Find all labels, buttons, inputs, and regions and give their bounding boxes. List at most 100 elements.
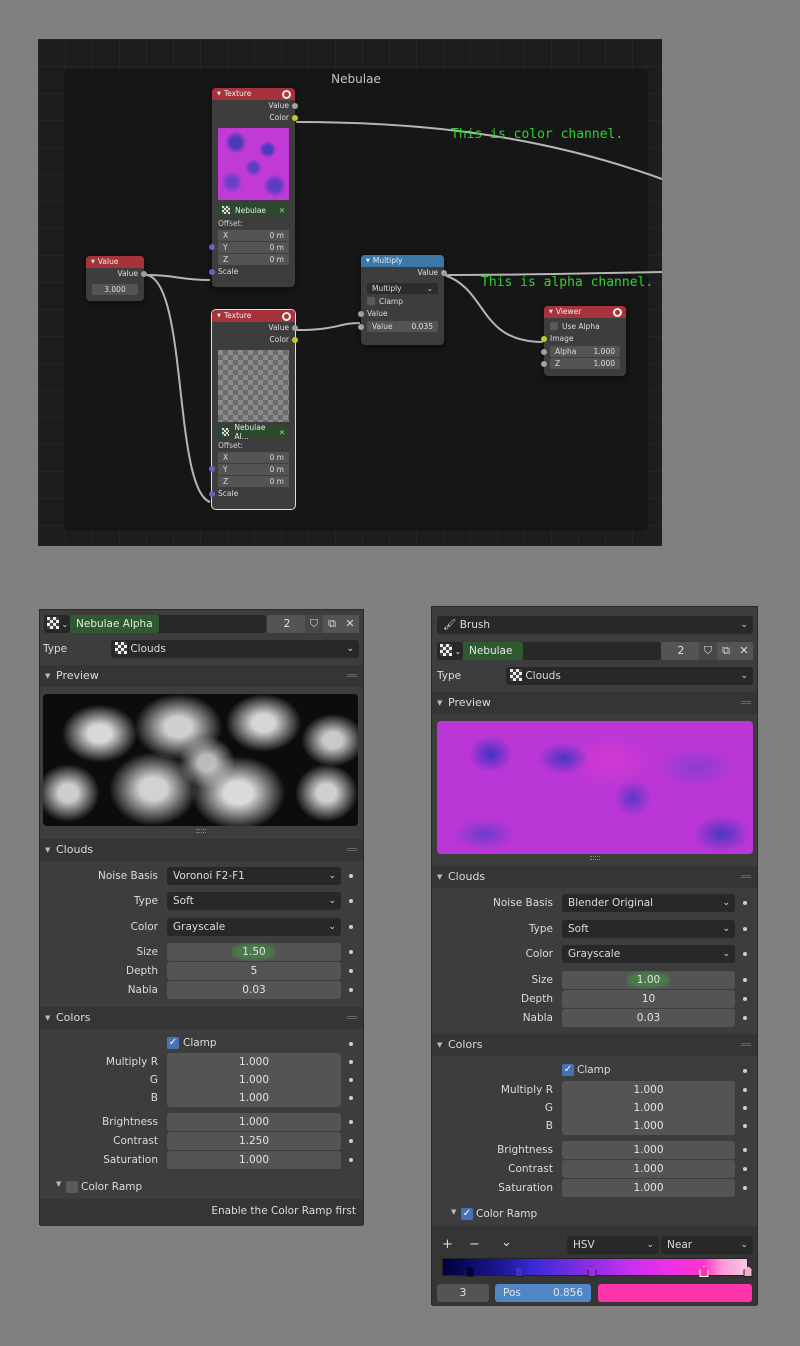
- color-dropdown[interactable]: Grayscale ⌄: [562, 945, 735, 963]
- keyframe-dot-icon[interactable]: [349, 988, 353, 992]
- color-ramp-stop-marker[interactable]: [514, 1266, 523, 1277]
- active-stop-index[interactable]: 3: [437, 1284, 489, 1302]
- node-editor[interactable]: Nebulae This is color channel. This is a…: [38, 39, 662, 546]
- clamp-checkbox[interactable]: ✓: [562, 1064, 574, 1076]
- depth-field[interactable]: 5: [167, 962, 341, 980]
- keyframe-dot-icon[interactable]: [743, 1148, 747, 1152]
- value-field[interactable]: Value 0.035: [367, 321, 438, 332]
- preview-resize-handle[interactable]: [590, 856, 600, 860]
- preview-section-header[interactable]: ▼ Preview: [432, 692, 757, 714]
- offset-x[interactable]: X0 m: [218, 230, 289, 241]
- multiply-g-field[interactable]: 1.000: [167, 1071, 341, 1089]
- preview-sphere-icon[interactable]: [282, 311, 291, 321]
- color-ramp-checkbox[interactable]: ✓: [461, 1208, 473, 1220]
- node-header[interactable]: ▼ Viewer: [544, 306, 626, 318]
- noise-type-dropdown[interactable]: Soft ⌄: [562, 920, 735, 938]
- collapse-icon[interactable]: ▼: [217, 313, 221, 319]
- keyframe-dot-icon[interactable]: [349, 1139, 353, 1143]
- fake-user-shield-icon[interactable]: ⛉: [305, 615, 323, 633]
- socket-scale[interactable]: [209, 269, 215, 275]
- noise-basis-dropdown[interactable]: Blender Original ⌄: [562, 894, 735, 912]
- color-dropdown[interactable]: Grayscale ⌄: [167, 918, 341, 936]
- color-ramp-stop-marker[interactable]: [699, 1266, 709, 1277]
- node-header[interactable]: ▼ Texture: [212, 88, 295, 100]
- texture-browse-button[interactable]: ⌄: [437, 642, 463, 660]
- offset-z[interactable]: Z0 m: [218, 476, 289, 487]
- offset-vector[interactable]: X0 m Y0 m Z0 m: [209, 230, 295, 265]
- keyframe-dot-icon[interactable]: [743, 1167, 747, 1171]
- use-alpha-checkbox[interactable]: Use Alpha: [544, 321, 626, 333]
- noise-basis-dropdown[interactable]: Voronoi F2-F1 ⌄: [167, 867, 341, 885]
- brightness-field[interactable]: 1.000: [167, 1113, 341, 1131]
- keyframe-dot-icon[interactable]: [743, 1186, 747, 1190]
- keyframe-dot-icon[interactable]: [349, 1096, 353, 1100]
- keyframe-dot-icon[interactable]: [349, 950, 353, 954]
- socket-offset[interactable]: [209, 466, 215, 472]
- saturation-field[interactable]: 1.000: [167, 1151, 341, 1169]
- color-ramp-stop-marker[interactable]: [465, 1266, 475, 1277]
- offset-x[interactable]: X0 m: [218, 452, 289, 463]
- drag-grip-icon[interactable]: [741, 701, 751, 704]
- offset-y[interactable]: Y0 m: [218, 242, 289, 253]
- clouds-section-header[interactable]: ▼ Clouds: [40, 839, 363, 861]
- duplicate-icon[interactable]: ⧉: [717, 642, 735, 660]
- drag-grip-icon[interactable]: [347, 1016, 357, 1019]
- clouds-section-header[interactable]: ▼ Clouds: [432, 866, 757, 888]
- remove-stop-button[interactable]: −: [469, 1237, 480, 1252]
- keyframe-dot-icon[interactable]: [743, 997, 747, 1001]
- collapse-icon[interactable]: ▼: [549, 309, 553, 315]
- multiply-b-field[interactable]: 1.000: [167, 1089, 341, 1107]
- operation-dropdown[interactable]: Multiply ⌄: [367, 283, 438, 294]
- nabla-field[interactable]: 0.03: [167, 981, 341, 999]
- keyframe-dot-icon[interactable]: [743, 1088, 747, 1092]
- close-icon[interactable]: ✕: [279, 428, 285, 437]
- keyframe-dot-icon[interactable]: [743, 1069, 747, 1073]
- texture-node-bottom[interactable]: ▼ Texture Value Color Nebulae Al... ✕ Offs…: [209, 310, 298, 509]
- keyframe-dot-icon[interactable]: [743, 901, 747, 905]
- contrast-field[interactable]: 1.250: [167, 1132, 341, 1150]
- multiply-b-field[interactable]: 1.000: [562, 1117, 735, 1135]
- color-mode-dropdown[interactable]: HSV ⌄: [567, 1236, 659, 1254]
- keyframe-dot-icon[interactable]: [743, 952, 747, 956]
- texture-node-top[interactable]: ▼ Texture Value Color Nebulae ✕ Offset: X0…: [209, 88, 298, 287]
- interpolation-dropdown[interactable]: Near ⌄: [661, 1236, 753, 1254]
- drag-grip-icon[interactable]: [741, 1043, 751, 1046]
- texture-browse-button[interactable]: ⌄: [44, 615, 70, 633]
- socket-color[interactable]: [292, 115, 298, 121]
- clamp-checkbox[interactable]: Clamp: [361, 296, 444, 308]
- value-field[interactable]: 3.000: [92, 284, 138, 295]
- clamp-checkbox[interactable]: ✓: [167, 1037, 179, 1049]
- close-icon[interactable]: ✕: [279, 206, 285, 215]
- socket-value[interactable]: [441, 270, 447, 276]
- socket-z[interactable]: [541, 361, 547, 367]
- preview-sphere-icon[interactable]: [613, 307, 622, 317]
- z-field[interactable]: Z 1.000: [550, 358, 620, 369]
- socket-offset[interactable]: [209, 244, 215, 250]
- unlink-close-icon[interactable]: ✕: [735, 642, 753, 660]
- depth-field[interactable]: 10: [562, 990, 735, 1008]
- multiply-node[interactable]: ▼ Multiply Value Multiply ⌄ Clamp Value Va…: [358, 255, 447, 345]
- preview-resize-handle[interactable]: [196, 829, 206, 833]
- brightness-field[interactable]: 1.000: [562, 1141, 735, 1159]
- socket-value-in-2[interactable]: [358, 324, 364, 330]
- socket-value-in[interactable]: [358, 311, 364, 317]
- viewer-node[interactable]: ▼ Viewer Use Alpha Image Alpha 1.000 Z 1.00…: [541, 306, 626, 376]
- users-count[interactable]: 2: [661, 642, 701, 660]
- fake-user-shield-icon[interactable]: ⛉: [699, 642, 717, 660]
- collapse-icon[interactable]: ▼: [217, 91, 221, 97]
- keyframe-dot-icon[interactable]: [349, 899, 353, 903]
- noise-type-dropdown[interactable]: Soft ⌄: [167, 892, 341, 910]
- contrast-field[interactable]: 1.000: [562, 1160, 735, 1178]
- socket-scale[interactable]: [209, 491, 215, 497]
- node-header[interactable]: ▼ Texture: [212, 310, 295, 322]
- offset-vector[interactable]: X0 m Y0 m Z0 m: [209, 452, 295, 487]
- collapse-icon[interactable]: ▼: [366, 258, 370, 264]
- node-header[interactable]: ▼ Multiply: [361, 255, 444, 267]
- context-dropdown[interactable]: 🖌 Brush ⌄: [437, 616, 753, 634]
- value-node[interactable]: ▼ Value Value 3.000: [86, 256, 147, 301]
- duplicate-icon[interactable]: ⧉: [323, 615, 341, 633]
- texture-selector[interactable]: Nebulae ✕: [218, 204, 289, 216]
- checkbox[interactable]: [367, 297, 375, 305]
- keyframe-dot-icon[interactable]: [349, 1120, 353, 1124]
- unlink-close-icon[interactable]: ✕: [341, 615, 359, 633]
